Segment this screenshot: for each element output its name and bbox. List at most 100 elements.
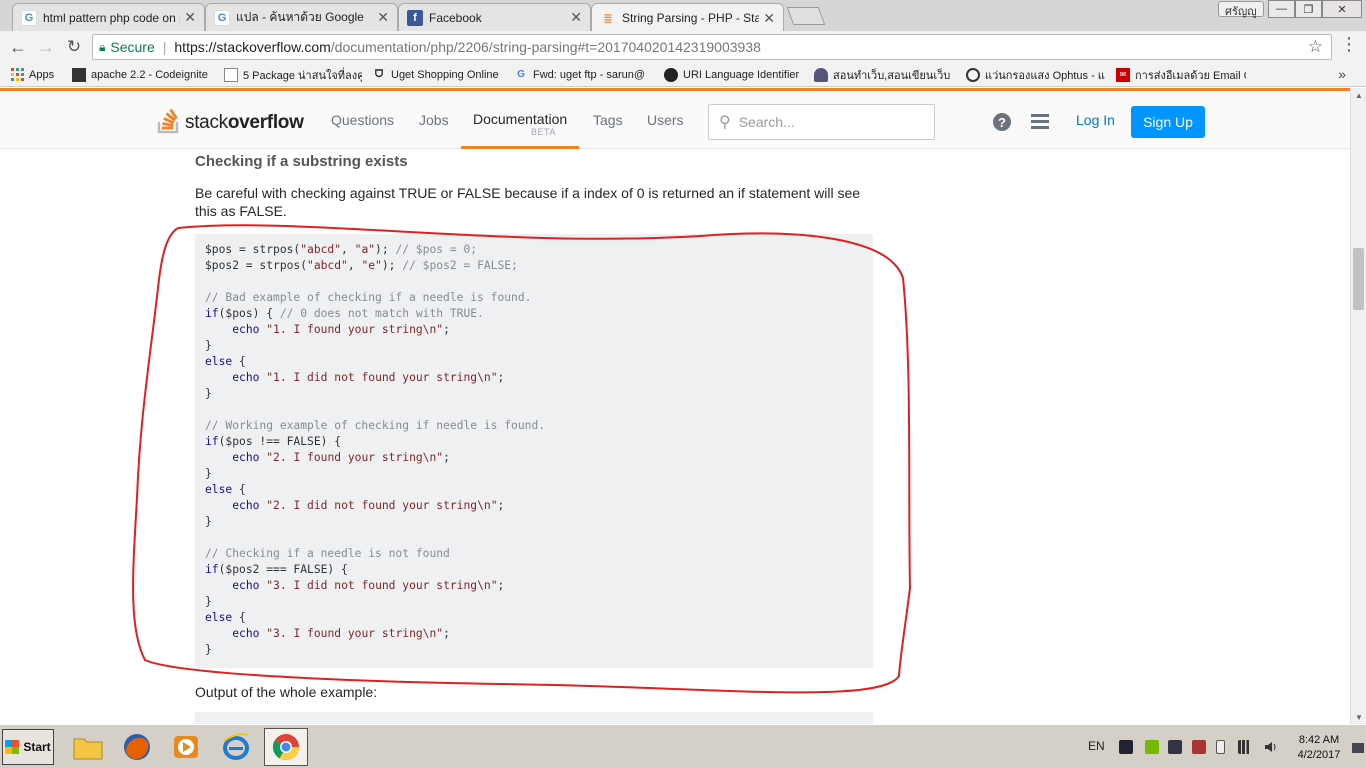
tab-facebook[interactable]: f Facebook ✕ bbox=[398, 3, 591, 31]
language-indicator[interactable]: EN bbox=[1088, 739, 1105, 753]
bookmark-uget[interactable]: ᗜ Uget Shopping Online bbox=[372, 68, 504, 82]
beta-badge: BETA bbox=[531, 127, 556, 137]
bookmark-label: แว่นกรองแสง Ophtus - แ bbox=[985, 69, 1105, 82]
logo-text: stackoverflow bbox=[185, 112, 304, 133]
code-line: echo "2. I found your string\n"; bbox=[232, 451, 450, 464]
network-monitor-icon[interactable] bbox=[1119, 740, 1133, 754]
nvidia-icon[interactable] bbox=[1145, 740, 1159, 754]
start-button[interactable]: Start bbox=[2, 729, 54, 765]
restore-icon[interactable]: ❐ bbox=[1295, 0, 1322, 18]
device-icon[interactable] bbox=[1168, 740, 1182, 754]
nav-documentation[interactable]: Documentation BETA bbox=[461, 91, 580, 149]
code-line: echo "2. I did not found your string\n"; bbox=[232, 499, 505, 512]
close-icon[interactable]: ✕ bbox=[377, 9, 389, 26]
bookmark-label: Apps bbox=[29, 68, 55, 81]
start-label: Start bbox=[23, 740, 51, 754]
code-line: else { bbox=[205, 483, 246, 496]
close-window-icon[interactable]: ✕ bbox=[1322, 0, 1362, 18]
hamburger-icon[interactable] bbox=[1031, 114, 1049, 130]
code-line: $pos = strpos("abcd", "a"); // $pos = 0; bbox=[205, 243, 478, 256]
scroll-up-arrow-icon[interactable]: ▲ bbox=[1351, 88, 1366, 102]
bookmark-label: 5 Package น่าสนใจที่ลงคู bbox=[243, 69, 362, 82]
minimize-icon[interactable]: — bbox=[1268, 0, 1295, 18]
bookmark-web-tutorial[interactable]: สอนทำเว็บ,สอนเขียนเว็บ bbox=[814, 66, 956, 84]
scrollbar-thumb[interactable] bbox=[1353, 248, 1364, 310]
bookmark-apps[interactable]: Apps bbox=[10, 68, 62, 82]
bookmark-label: URI Language Identifier bbox=[683, 68, 800, 81]
close-icon[interactable]: ✕ bbox=[570, 9, 582, 26]
uget-icon: ᗜ bbox=[374, 69, 384, 80]
forward-arrow-icon[interactable]: → bbox=[32, 33, 60, 61]
code-line: echo "1. I did not found your string\n"; bbox=[232, 371, 505, 384]
nav-questions[interactable]: Questions bbox=[331, 91, 394, 149]
nav-label: Documentation bbox=[473, 110, 568, 127]
google-icon: G bbox=[517, 69, 525, 80]
page-scrollbar[interactable]: ▲ ▼ bbox=[1350, 88, 1366, 724]
new-tab-button[interactable] bbox=[786, 7, 826, 25]
address-bar[interactable]: 🔒︎ Secure | https://stackoverflow.com/do… bbox=[92, 34, 1332, 60]
output-label: Output of the whole example: bbox=[195, 684, 378, 700]
signup-button[interactable]: Sign Up bbox=[1131, 106, 1205, 138]
reload-icon[interactable]: ↻ bbox=[60, 33, 88, 61]
show-desktop-icon[interactable] bbox=[1352, 743, 1364, 753]
nav-users[interactable]: Users bbox=[647, 91, 684, 149]
bookmark-label: สอนทำเว็บ,สอนเขียนเว็บ bbox=[833, 69, 951, 82]
search-input[interactable]: ⚲ Search... bbox=[708, 104, 935, 140]
nav-tags[interactable]: Tags bbox=[593, 91, 623, 149]
volume-icon[interactable] bbox=[1264, 740, 1278, 754]
code-line: } bbox=[205, 387, 212, 400]
so-logo[interactable]: stackoverflow bbox=[157, 106, 304, 134]
profile-button[interactable]: ศรัญญู bbox=[1218, 1, 1264, 18]
taskbar-explorer[interactable] bbox=[66, 728, 110, 766]
so-header: stackoverflow Questions Jobs Documentati… bbox=[0, 91, 1350, 149]
tab-html-pattern[interactable]: G html pattern php code on p ✕ bbox=[12, 3, 205, 31]
scroll-down-arrow-icon[interactable]: ▼ bbox=[1351, 710, 1366, 724]
back-arrow-icon[interactable]: ← bbox=[4, 33, 32, 61]
battery-icon[interactable] bbox=[1216, 740, 1225, 754]
close-icon[interactable]: ✕ bbox=[184, 9, 196, 26]
code-line: // Working example of checking if needle… bbox=[205, 419, 546, 432]
signal-icon[interactable] bbox=[1238, 740, 1252, 754]
bookmark-fwd-uget[interactable]: G Fwd: uget ftp - sarun@ bbox=[514, 68, 654, 82]
tab-label: แปล - ค้นหาด้วย Google bbox=[236, 10, 364, 24]
nav-jobs[interactable]: Jobs bbox=[419, 91, 449, 149]
taskbar-ie[interactable] bbox=[214, 728, 258, 766]
bookmark-label: apache 2.2 - Codeignite bbox=[91, 68, 208, 81]
bookmark-email[interactable]: ✉ การส่งอีเมลด้วย Email Cl bbox=[1116, 66, 1246, 84]
close-icon[interactable]: ✕ bbox=[763, 10, 775, 27]
bookmark-apache[interactable]: apache 2.2 - Codeignite bbox=[72, 67, 214, 82]
help-icon[interactable]: ? bbox=[993, 113, 1011, 131]
system-clock[interactable]: 8:42 AM 4/2/2017 bbox=[1290, 733, 1348, 763]
chrome-menu-icon[interactable]: ⋮ bbox=[1340, 34, 1358, 55]
bookmark-package[interactable]: 5 Package น่าสนใจที่ลงคู bbox=[224, 66, 362, 84]
person-icon bbox=[814, 67, 828, 82]
code-line: echo "3. I found your string\n"; bbox=[232, 627, 450, 640]
tab-string-parsing[interactable]: ≣ String Parsing - PHP - Stack ✕ bbox=[591, 3, 784, 32]
clock-time: 8:42 AM bbox=[1298, 734, 1340, 746]
tab-google-translate[interactable]: G แปล - ค้นหาด้วย Google ✕ bbox=[205, 3, 398, 31]
taskbar-chrome[interactable] bbox=[264, 728, 308, 766]
tab-label: String Parsing - PHP - Stack bbox=[622, 11, 760, 25]
code-line: $pos2 = strpos("abcd", "e"); // $pos2 = … bbox=[205, 259, 518, 272]
security-alert-icon[interactable] bbox=[1192, 740, 1206, 754]
login-link[interactable]: Log In bbox=[1076, 112, 1115, 128]
bookmark-label: การส่งอีเมลด้วย Email Cl bbox=[1135, 69, 1246, 82]
code-line: echo "3. I did not found your string\n"; bbox=[232, 579, 505, 592]
taskbar-media-player[interactable] bbox=[164, 728, 208, 766]
bookmark-star-icon[interactable]: ☆ bbox=[1308, 37, 1323, 57]
search-icon: ⚲ bbox=[719, 114, 731, 131]
apps-grid-icon bbox=[10, 68, 24, 82]
code-line: // Bad example of checking if a needle i… bbox=[205, 291, 532, 304]
tab-label: html pattern php code on p bbox=[43, 10, 181, 25]
output-code-block bbox=[195, 712, 873, 724]
code-line: // Checking if a needle is not found bbox=[205, 547, 450, 560]
bookmark-ophtus[interactable]: แว่นกรองแสง Ophtus - แ bbox=[966, 66, 1106, 84]
bookmark-uri-language[interactable]: URI Language Identifier bbox=[664, 67, 804, 82]
bookmark-label: Uget Shopping Online bbox=[391, 68, 499, 81]
more-bookmarks-icon[interactable]: » bbox=[1338, 66, 1346, 82]
browser-toolbar: ← → ↻ 🔒︎ Secure | https://stackoverflow.… bbox=[0, 31, 1366, 63]
taskbar-firefox[interactable] bbox=[115, 728, 159, 766]
windows-taskbar: Start EN 8:42 AM 4/2/2017 bbox=[0, 724, 1366, 768]
